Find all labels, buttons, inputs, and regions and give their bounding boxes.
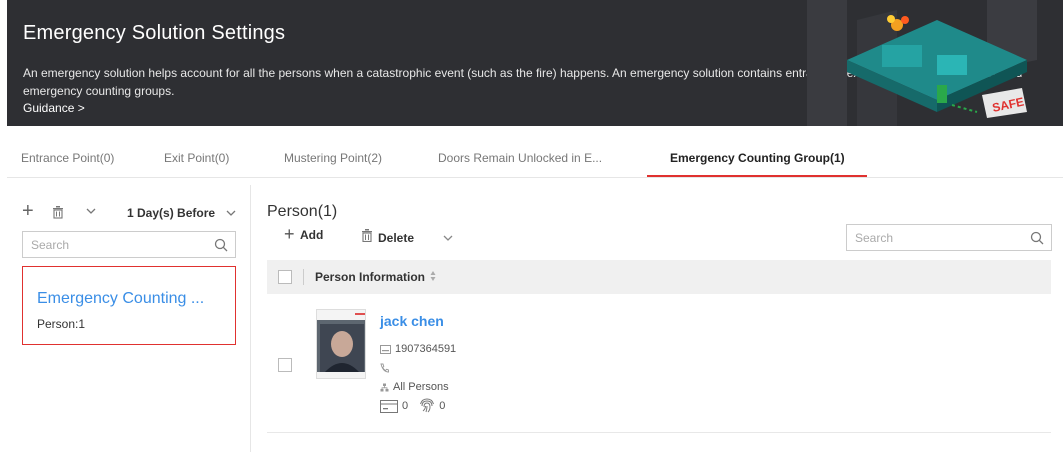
add-icon[interactable]: +	[284, 225, 295, 243]
delete-person-button[interactable]: Delete	[378, 231, 414, 245]
search-icon[interactable]	[1030, 231, 1044, 245]
row-checkbox[interactable]	[278, 358, 292, 372]
search-icon[interactable]	[214, 238, 228, 252]
group-list-item[interactable]: Emergency Counting ... Person:1	[22, 266, 236, 345]
active-tab-indicator	[647, 175, 867, 177]
guidance-link[interactable]: Guidance >	[23, 101, 85, 115]
chevron-down-icon[interactable]	[225, 208, 237, 218]
person-name-link[interactable]: jack chen	[380, 313, 444, 329]
tab-mustering-point[interactable]: Mustering Point(2)	[284, 151, 382, 165]
person-organization: All Persons	[393, 381, 449, 393]
date-filter-select[interactable]: 1 Day(s) Before	[127, 206, 215, 220]
person-search-input[interactable]	[847, 225, 1017, 250]
add-person-button[interactable]: Add	[300, 228, 323, 242]
person-section-title: Person(1)	[267, 203, 338, 220]
sort-icon[interactable]	[430, 270, 436, 282]
card-count: 0	[402, 399, 409, 412]
column-header-person-information[interactable]: Person Information	[315, 270, 425, 284]
group-search-input[interactable]	[23, 232, 203, 257]
tab-bar: Entrance Point(0) Exit Point(0) Musterin…	[7, 138, 1063, 178]
column-divider	[303, 269, 304, 285]
table-header: Person Information	[267, 260, 1051, 294]
person-org-line: All Persons	[380, 381, 449, 393]
phone-icon	[380, 363, 389, 373]
select-all-checkbox[interactable]	[278, 270, 292, 284]
trash-icon[interactable]	[361, 229, 373, 242]
header-banner: Emergency Solution Settings An emergency…	[7, 0, 1063, 126]
add-group-icon[interactable]: +	[22, 201, 34, 221]
person-id-line: 1907364591	[380, 343, 456, 355]
tab-exit-point[interactable]: Exit Point(0)	[164, 151, 229, 165]
group-name: Emergency Counting ...	[37, 290, 205, 307]
person-phone-line	[380, 362, 393, 374]
table-row: jack chen 1907364591 All Persons 0 0	[267, 295, 1051, 433]
person-photo	[316, 309, 366, 379]
avatar	[317, 310, 365, 378]
fingerprint-count: 0	[439, 399, 446, 412]
emergency-illustration: SAFE	[807, 0, 1037, 126]
card-icon	[380, 399, 398, 413]
tab-doors-remain-unlocked[interactable]: Doors Remain Unlocked in E...	[438, 151, 602, 165]
tab-entrance-point[interactable]: Entrance Point(0)	[21, 151, 114, 165]
chevron-down-icon[interactable]	[442, 233, 454, 243]
person-search-box	[846, 224, 1052, 251]
group-person-count: Person:1	[37, 317, 86, 331]
person-credentials-line: 0 0	[380, 398, 445, 414]
more-actions-chevron-icon[interactable]	[85, 205, 97, 217]
group-list-panel: + 1 Day(s) Before Emergency Counting ...…	[7, 185, 251, 452]
delete-group-icon[interactable]	[51, 205, 65, 219]
organization-icon	[380, 383, 389, 392]
tab-emergency-counting-group[interactable]: Emergency Counting Group(1)	[670, 151, 845, 165]
person-id: 1907364591	[395, 343, 457, 355]
page-title: Emergency Solution Settings	[23, 22, 286, 44]
id-card-icon	[380, 344, 391, 354]
group-search-box	[22, 231, 236, 258]
fingerprint-icon	[420, 398, 435, 413]
